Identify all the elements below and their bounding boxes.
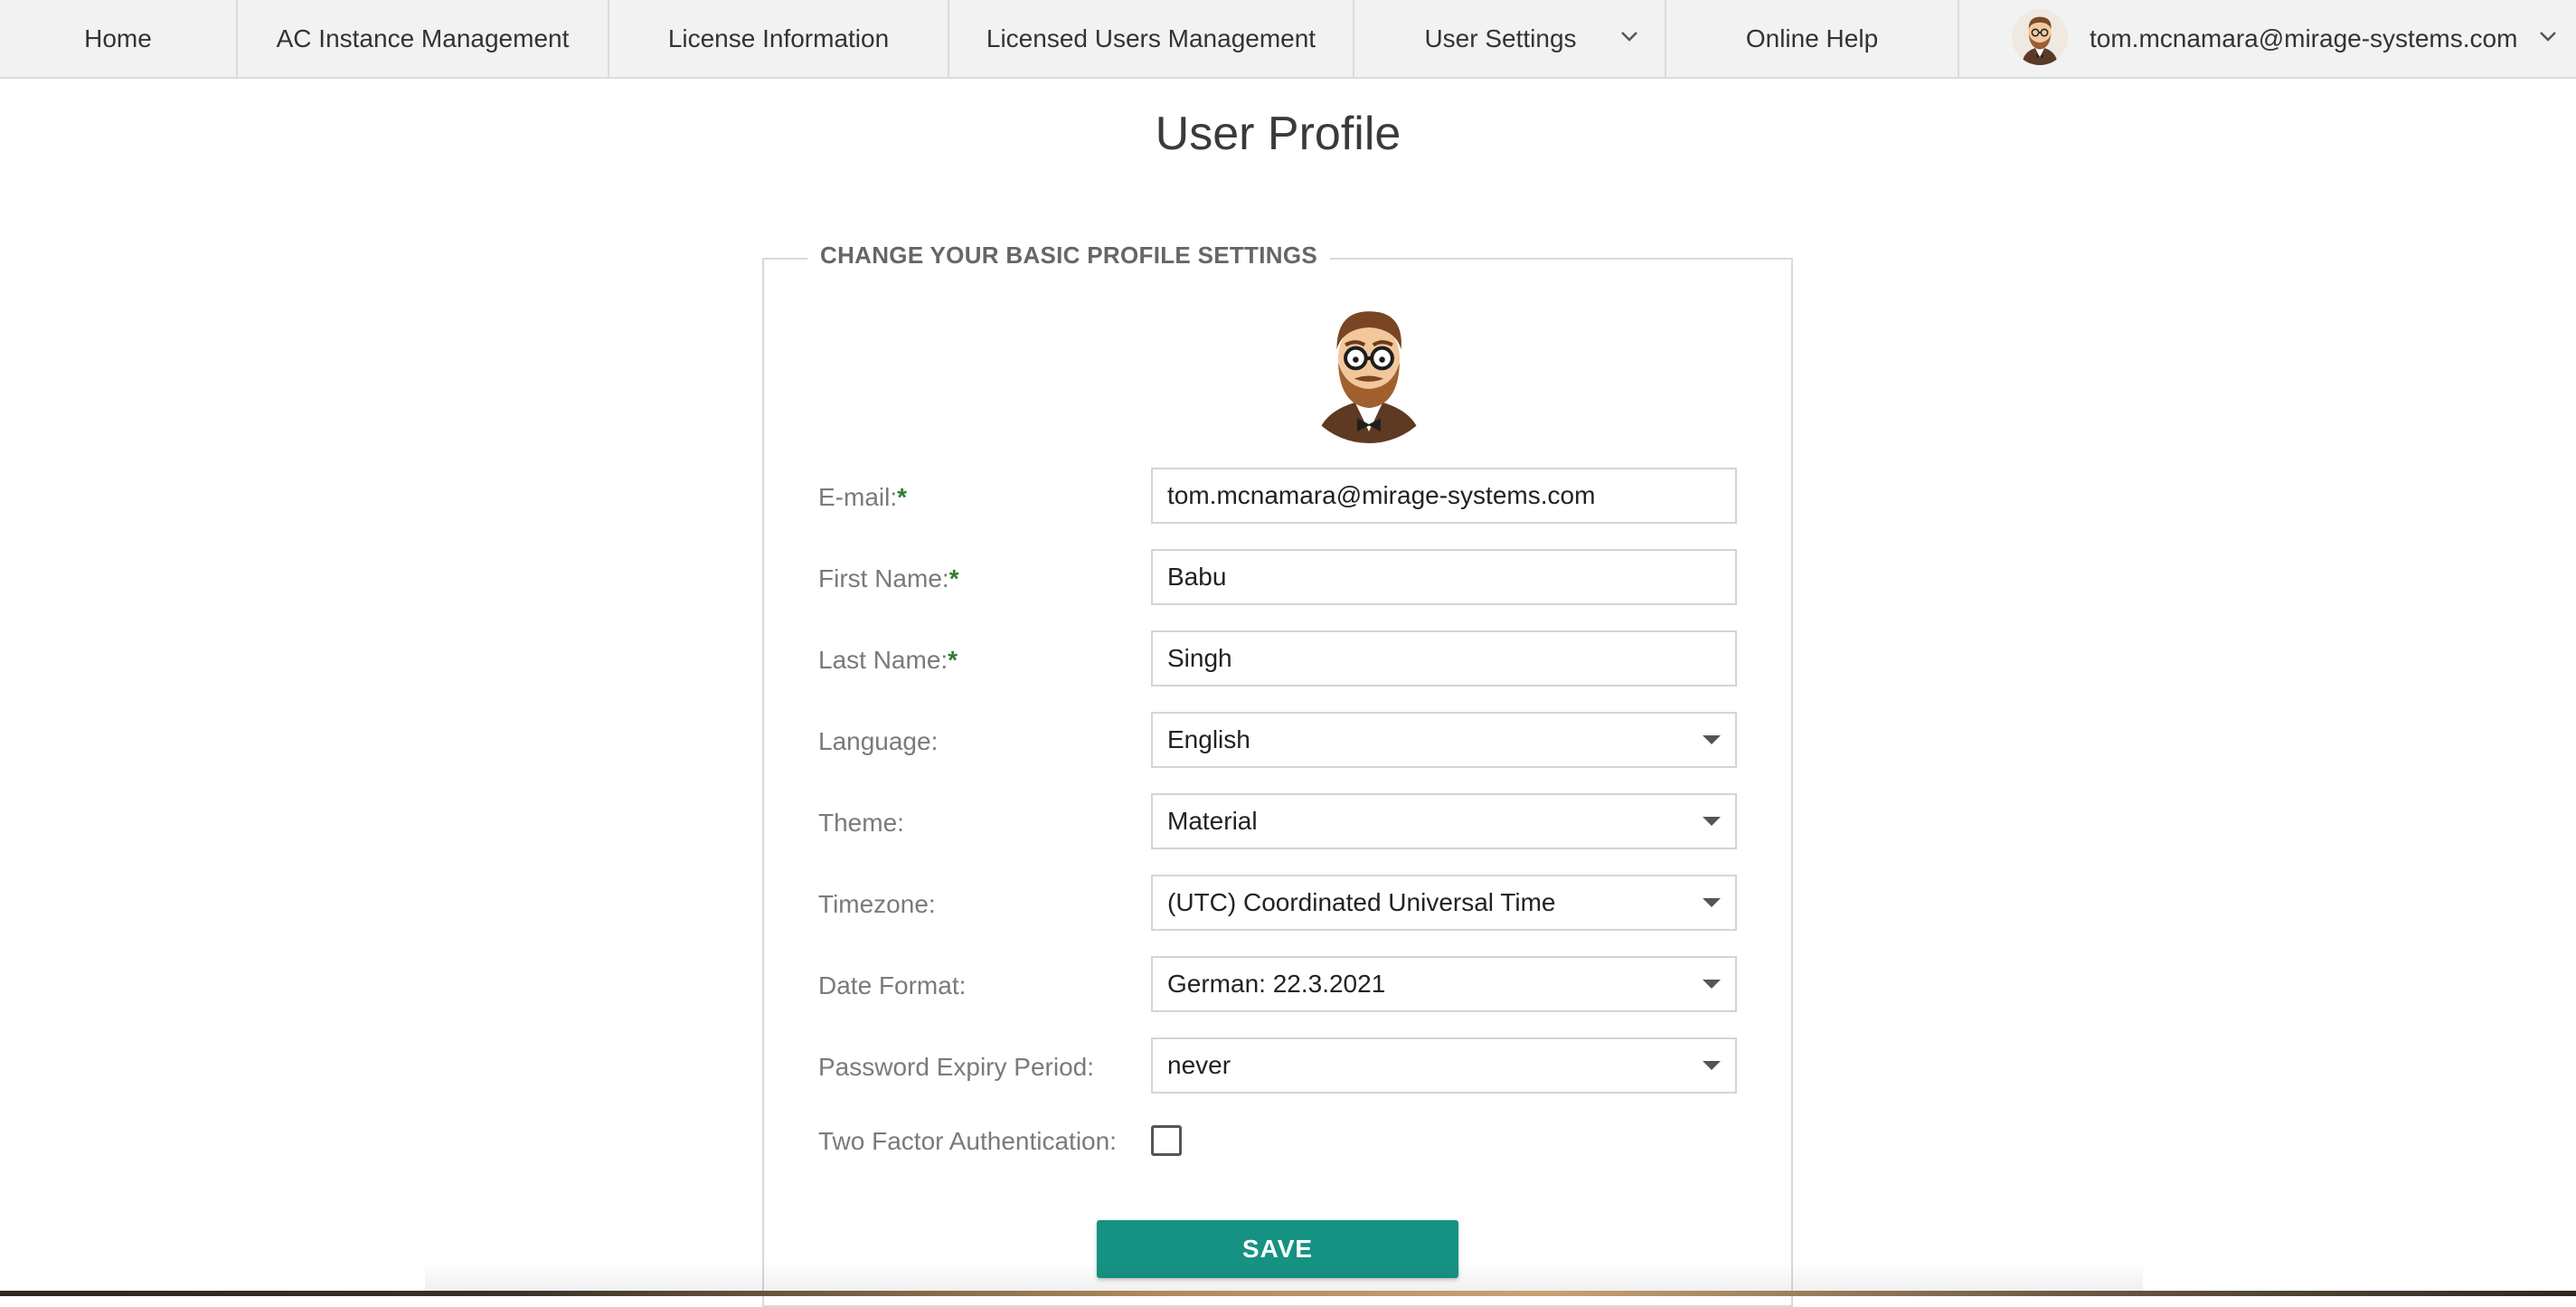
nav-item-license-information[interactable]: License Information [609,0,949,77]
theme-value: Material [1167,807,1258,835]
page-title: User Profile [1155,108,1401,160]
email-label-text: E-mail: [818,483,898,511]
nav-item-label: User Settings [1424,24,1577,52]
nav-item-label: Online Help [1745,24,1879,52]
required-mark: * [948,646,958,674]
chevron-down-icon [2540,32,2556,42]
theme-select[interactable]: Material [1151,793,1737,849]
nav-item-label: Home [84,24,152,52]
user-email: tom.mcnamara@mirage-systems.com [2090,24,2518,52]
email-label: E-mail:* [818,483,907,512]
required-mark: * [897,483,908,511]
nav-item-label: AC Instance Management [276,24,570,52]
nav-item-ac-instance-management[interactable]: AC Instance Management [238,0,609,77]
password-expiry-value: never [1167,1051,1231,1079]
last-name-label: Last Name:* [818,646,958,675]
top-navigation: Home AC Instance Management License Info… [0,0,2576,79]
first-name-label-text: First Name: [818,564,949,592]
first-name-label: First Name:* [818,564,959,593]
language-select[interactable]: English [1151,712,1737,768]
date-format-label: Date Format: [818,971,967,999]
nav-item-home[interactable]: Home [0,0,238,77]
last-name-field[interactable] [1151,630,1737,687]
date-format-value: German: 22.3.2021 [1167,970,1386,998]
panel-bottom-shadow [425,1262,2143,1291]
panel-legend: CHANGE YOUR BASIC PROFILE SETTINGS [807,242,1330,270]
caret-down-icon [1703,898,1721,907]
nav-item-label: License Information [667,24,890,52]
nav-item-licensed-users-management[interactable]: Licensed Users Management [949,0,1354,77]
email-field[interactable] [1151,468,1737,524]
caret-down-icon [1703,817,1721,826]
nav-item-user-settings[interactable]: User Settings [1354,0,1666,77]
password-expiry-label: Password Expiry Period: [818,1053,1095,1081]
timezone-label: Timezone: [818,890,936,918]
avatar [2012,9,2068,65]
timezone-value: (UTC) Coordinated Universal Time [1167,888,1556,916]
nav-item-online-help[interactable]: Online Help [1666,0,1959,77]
date-format-select[interactable]: German: 22.3.2021 [1151,956,1737,1012]
caret-down-icon [1703,735,1721,744]
chevron-down-icon [1621,32,1637,42]
two-factor-label: Two Factor Authentication: [818,1127,1117,1155]
avatar [1296,297,1442,443]
caret-down-icon [1703,980,1721,989]
nav-item-label: Licensed Users Management [986,24,1316,52]
first-name-field[interactable] [1151,549,1737,605]
language-label: Language: [818,727,939,755]
required-mark: * [948,564,959,592]
background-image-strip [0,1291,2576,1296]
timezone-select[interactable]: (UTC) Coordinated Universal Time [1151,875,1737,931]
password-expiry-select[interactable]: never [1151,1037,1737,1094]
last-name-label-text: Last Name: [818,646,948,674]
language-value: English [1167,725,1250,753]
two-factor-checkbox[interactable] [1151,1125,1182,1156]
theme-label: Theme: [818,809,904,837]
nav-user-menu[interactable]: tom.mcnamara@mirage-systems.com [1959,0,2576,77]
caret-down-icon [1703,1061,1721,1070]
